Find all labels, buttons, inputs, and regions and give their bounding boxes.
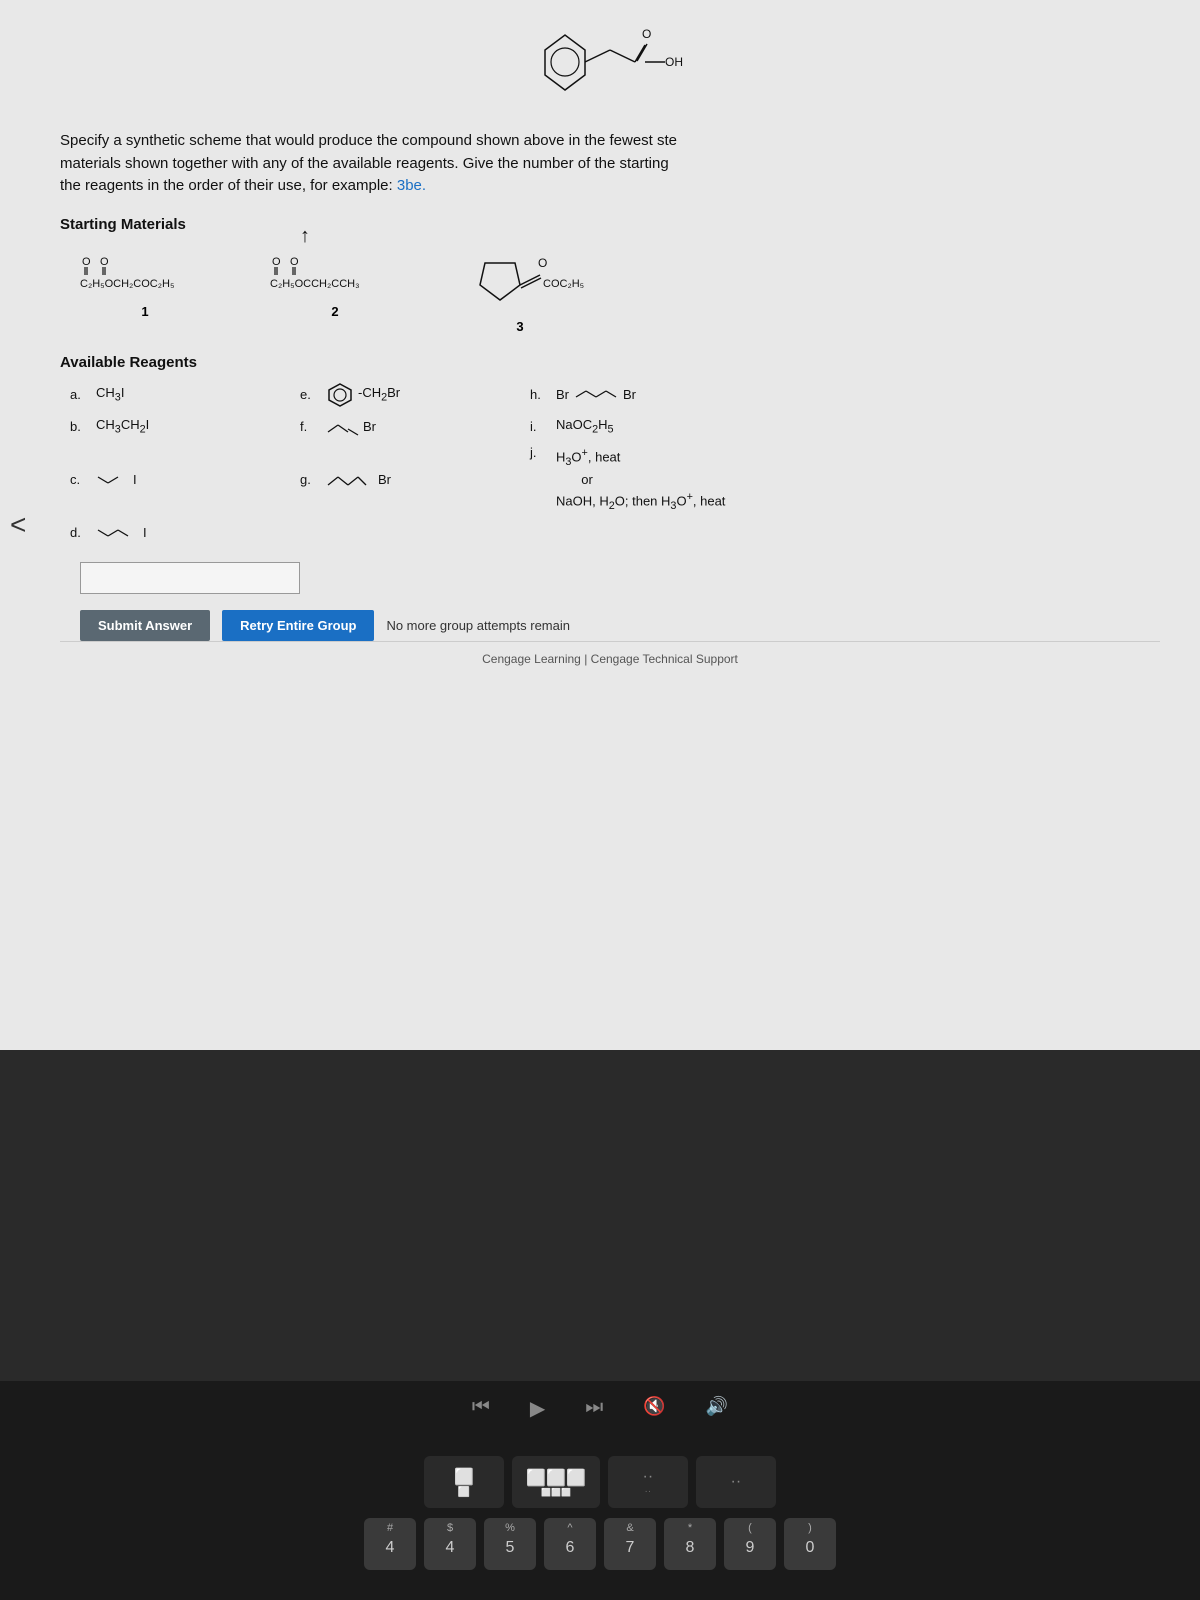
reagents-grid: a. CH3I e. -CH2Br h. Br bbox=[70, 381, 1160, 543]
dibromide-chain-icon bbox=[571, 385, 621, 405]
play-icon[interactable]: ▶ bbox=[530, 1396, 545, 1421]
svg-text:O: O bbox=[272, 256, 281, 268]
svg-text:O: O bbox=[100, 256, 109, 268]
starting-material-2: ↑ O O C₂H₅OCCH₂CCH₃ 2 bbox=[270, 245, 400, 319]
reagent-h: h. Br Br bbox=[530, 381, 830, 409]
content-area: < O OH Specify a synthetic scheme that w… bbox=[0, 0, 1200, 1050]
buttons-row: Submit Answer Retry Entire Group No more… bbox=[80, 610, 1160, 641]
starting-material-1: O O C₂H₅OCH₂COC₂H₅ 1 bbox=[80, 245, 210, 319]
reagent-c: c. I bbox=[70, 445, 290, 515]
no-attempts-text: No more group attempts remain bbox=[386, 618, 570, 633]
volume-icon[interactable]: 🔊 bbox=[706, 1396, 728, 1421]
homoallyl-iodide-icon bbox=[96, 522, 141, 542]
reagent-a: a. CH3I bbox=[70, 381, 290, 409]
key-star-8[interactable]: * 8 bbox=[664, 1518, 716, 1570]
mute-icon[interactable]: 🔇 bbox=[643, 1396, 665, 1421]
taskbar-area: ⏮ ▶ ⏭ 🔇 🔊 ⬜ ⬜ ⬜⬜⬜ ⬜⬜⬜ ·· ·· ·· bbox=[0, 1050, 1200, 1600]
keyboard-section: ⬜ ⬜ ⬜⬜⬜ ⬜⬜⬜ ·· ·· ·· # 4 $ 4 bbox=[0, 1436, 1200, 1600]
starting-materials-row: O O C₂H₅OCH₂COC₂H₅ 1 ↑ O O C₂H bbox=[80, 245, 1160, 334]
allyl-bromide-icon bbox=[326, 417, 361, 437]
cursor-indicator: ↑ bbox=[300, 225, 310, 248]
answer-input-area bbox=[80, 562, 1160, 594]
svg-text:O: O bbox=[82, 256, 91, 268]
rewind-icon[interactable]: ⏮ bbox=[472, 1396, 490, 1421]
key-misc2[interactable]: ⬜⬜⬜ ⬜⬜⬜ bbox=[512, 1456, 600, 1508]
key-dots1[interactable]: ·· ·· bbox=[608, 1456, 688, 1508]
sm1-svg: O O C₂H₅OCH₂COC₂H₅ bbox=[80, 245, 210, 300]
key-lparen-9[interactable]: ( 9 bbox=[724, 1518, 776, 1570]
keyboard-number-row: # 4 $ 4 % 5 ^ 6 & 7 * 8 bbox=[30, 1518, 1170, 1570]
reagent-e: e. -CH2Br bbox=[300, 381, 520, 409]
starting-material-3: O COC₂H₅ 3 bbox=[460, 245, 580, 334]
retry-entire-group-button[interactable]: Retry Entire Group bbox=[222, 610, 374, 641]
key-dollar-4[interactable]: $ 4 bbox=[424, 1518, 476, 1570]
key-dots2[interactable]: ·· bbox=[696, 1456, 776, 1508]
question-text: Specify a synthetic scheme that would pr… bbox=[60, 130, 1160, 198]
reagent-g: g. Br bbox=[300, 445, 520, 515]
answer-input[interactable] bbox=[80, 562, 300, 594]
submit-answer-button[interactable]: Submit Answer bbox=[80, 610, 210, 641]
sm3-number: 3 bbox=[516, 319, 523, 334]
key-caret-6[interactable]: ^ 6 bbox=[544, 1518, 596, 1570]
benzene-ring-icon bbox=[326, 381, 354, 409]
reagent-d: d. I bbox=[70, 522, 290, 542]
key-misc1[interactable]: ⬜ ⬜ bbox=[424, 1456, 504, 1508]
svg-text:O: O bbox=[538, 256, 547, 270]
fast-forward-icon[interactable]: ⏭ bbox=[585, 1396, 603, 1421]
sm2-number: 2 bbox=[331, 304, 338, 319]
key-amp-7[interactable]: & 7 bbox=[604, 1518, 656, 1570]
page-footer: Cengage Learning | Cengage Technical Sup… bbox=[60, 641, 1160, 676]
reagents-title: Available Reagents bbox=[60, 354, 1160, 371]
svg-text:O: O bbox=[290, 256, 299, 268]
starting-materials-title: Starting Materials bbox=[60, 216, 1160, 233]
sm3-svg: O COC₂H₅ bbox=[460, 245, 580, 315]
product-structure: O OH bbox=[60, 10, 1160, 120]
keyboard-top-row: ⬜ ⬜ ⬜⬜⬜ ⬜⬜⬜ ·· ·· ·· bbox=[30, 1456, 1170, 1508]
svg-text:COC₂H₅: COC₂H₅ bbox=[543, 278, 584, 290]
key-rparen-0[interactable]: ) 0 bbox=[784, 1518, 836, 1570]
reagent-b: b. CH3CH2I bbox=[70, 417, 290, 437]
svg-text:O: O bbox=[642, 27, 651, 41]
technical-support-link[interactable]: Cengage Technical Support bbox=[591, 652, 738, 666]
taskbar-icons: ⏮ ▶ ⏭ 🔇 🔊 bbox=[0, 1381, 1200, 1436]
key-hash-4[interactable]: # 4 bbox=[364, 1518, 416, 1570]
product-svg: O OH bbox=[510, 10, 710, 120]
g-reagent-icon bbox=[326, 467, 376, 491]
svg-text:C₂H₅OCCH₂CCH₃: C₂H₅OCCH₂CCH₃ bbox=[270, 278, 360, 290]
nav-left-arrow[interactable]: < bbox=[10, 509, 26, 541]
sm1-number: 1 bbox=[141, 304, 148, 319]
sm2-svg: O O C₂H₅OCCH₂CCH₃ bbox=[270, 245, 400, 300]
allyl-iodide-icon bbox=[96, 469, 131, 489]
reagent-i: i. NaOC2H5 bbox=[530, 417, 830, 437]
reagent-f: f. Br bbox=[300, 417, 520, 437]
svg-text:C₂H₅OCH₂COC₂H₅: C₂H₅OCH₂COC₂H₅ bbox=[80, 278, 174, 290]
svg-text:OH: OH bbox=[665, 55, 683, 69]
key-percent-5[interactable]: % 5 bbox=[484, 1518, 536, 1570]
cengage-learning-link[interactable]: Cengage Learning bbox=[482, 652, 581, 666]
reagent-j: j. H3O+, heat or NaOH, H2O; then H3O+, h… bbox=[530, 445, 830, 515]
